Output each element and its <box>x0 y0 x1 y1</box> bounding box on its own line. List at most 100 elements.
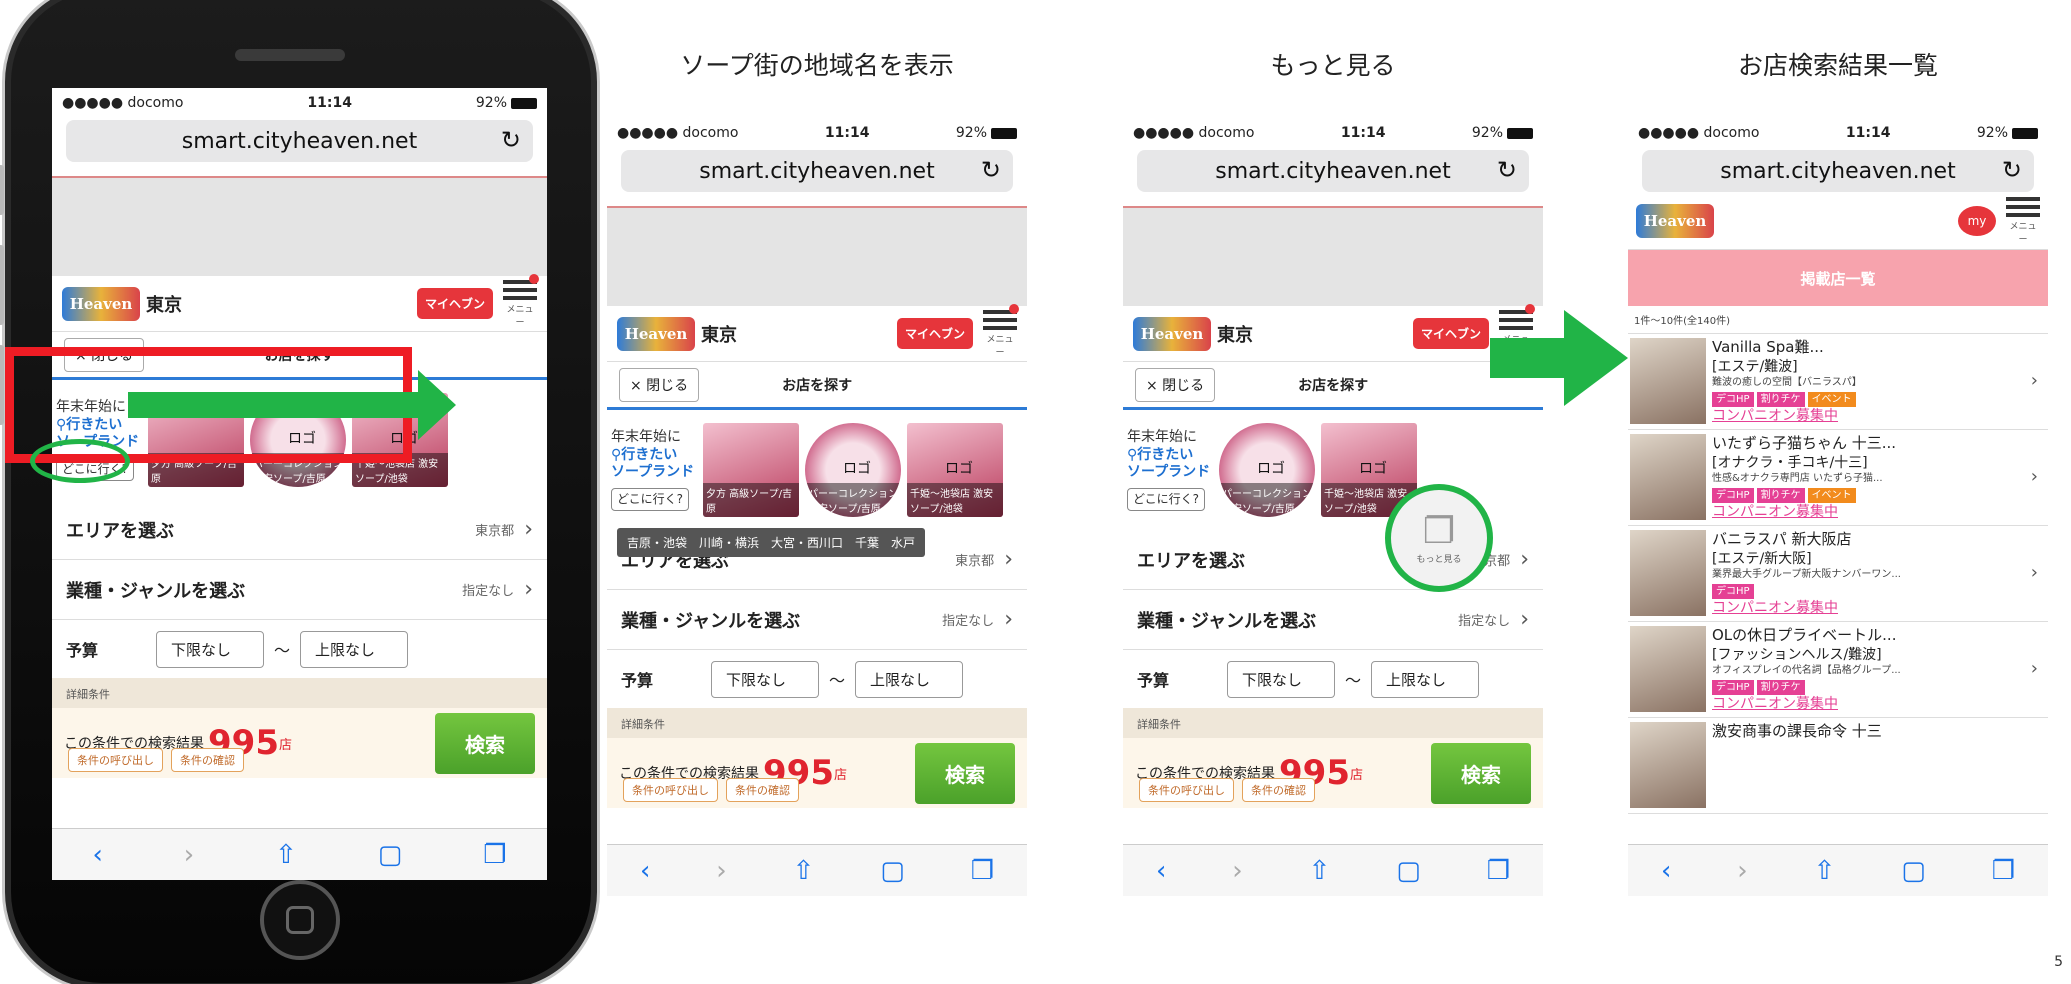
result-bar: この条件での検索結果 995 店検索 条件の呼び出し 条件の確認 <box>1123 738 1543 808</box>
forward-icon[interactable]: › <box>184 840 194 870</box>
back-icon[interactable]: ‹ <box>1156 856 1166 886</box>
budget-max-select[interactable]: 上限なし <box>1371 660 1480 698</box>
recruit-link[interactable]: コンパニオン募集中 <box>1712 407 2048 425</box>
genre-select-row[interactable]: 業種・ジャンルを選ぶ 指定なし › <box>607 590 1027 650</box>
genre-select-row[interactable]: 業種・ジャンルを選ぶ 指定なし › <box>1123 590 1543 650</box>
result-bar: この条件での検索結果 995 店検索 条件の呼び出し 条件の確認 <box>607 738 1027 808</box>
reload-icon[interactable]: ↻ <box>2002 156 2022 184</box>
close-button[interactable]: × 閉じる <box>619 367 700 402</box>
back-icon[interactable]: ‹ <box>92 840 102 870</box>
shop-tile-1[interactable]: 夕方 高級ソープ/吉原 <box>703 423 799 517</box>
budget-max-select[interactable]: 上限なし <box>300 630 409 668</box>
genre-select-row[interactable]: 業種・ジャンルを選ぶ 指定なし › <box>52 560 547 620</box>
shop-list-item[interactable]: Vanilla Spa難... [エステ/難波] 難波の癒しの空間【バニラスパ】 デコ… <box>1628 334 2048 430</box>
bookmarks-icon[interactable]: ▢ <box>378 840 403 870</box>
menu-icon[interactable]: メニュー <box>983 303 1019 358</box>
detail-conditions[interactable]: 詳細条件 <box>1123 708 1543 738</box>
address-bar[interactable]: smart.cityheaven.net ↻ <box>1642 150 2034 192</box>
search-button[interactable]: 検索 <box>915 742 1015 804</box>
shop-tile-2[interactable]: ロゴ パーーコレクション 激安ソープ/吉原 <box>1219 423 1315 517</box>
menu-icon[interactable]: メニュー <box>503 273 539 328</box>
detail-conditions[interactable]: 詳細条件 <box>52 678 547 708</box>
ad-banner[interactable] <box>52 176 547 276</box>
my-heaven-button[interactable]: マイヘブン <box>416 288 493 319</box>
area-select-row[interactable]: エリアを選ぶ 東京都 › <box>52 500 547 560</box>
reload-icon[interactable]: ↻ <box>501 126 521 154</box>
address-bar[interactable]: smart.cityheaven.net ↻ <box>621 150 1013 192</box>
status-bar: ●●●●● docomo 11:14 92% <box>1123 118 1543 148</box>
shop-list-item[interactable]: いたずら子猫ちゃん 十三... [オナクラ・手コキ/十三] 性感&オナクラ専門店 い… <box>1628 430 2048 526</box>
recall-conditions-button[interactable]: 条件の呼び出し <box>1139 778 1234 802</box>
shop-tag: デコHP <box>1712 391 1754 407</box>
bookmarks-icon[interactable]: ▢ <box>1396 856 1421 886</box>
area-name-tooltip[interactable]: 吉原・池袋 川崎・横浜 大宮・西川口 千葉 水戸 <box>617 528 926 557</box>
budget-min-select[interactable]: 下限なし <box>1227 660 1335 698</box>
arrow-to-panel-4 <box>1490 310 1628 406</box>
my-heaven-button[interactable]: マイヘブン <box>1412 318 1489 349</box>
shop-tile-3[interactable]: ロゴ 千姫〜池袋店 激安ソープ/池袋 <box>907 423 1003 517</box>
tabs-icon[interactable]: ❐ <box>1992 856 2015 886</box>
my-heaven-button[interactable]: マイヘブン <box>896 318 973 349</box>
recruit-link[interactable]: コンパニオン募集中 <box>1712 599 2048 617</box>
budget-min-select[interactable]: 下限なし <box>156 630 264 668</box>
see-more-button[interactable]: ❐ もっと見る <box>1385 484 1493 592</box>
reload-icon[interactable]: ↻ <box>1497 156 1517 184</box>
chevron-right-icon: › <box>1520 607 1529 632</box>
ad-banner[interactable] <box>607 206 1027 306</box>
reload-icon[interactable]: ↻ <box>981 156 1001 184</box>
back-icon[interactable]: ‹ <box>1661 856 1671 886</box>
recall-conditions-button[interactable]: 条件の呼び出し <box>68 748 163 772</box>
heaven-logo[interactable]: Heaven <box>1636 203 1714 238</box>
confirm-conditions-button[interactable]: 条件の確認 <box>726 778 799 802</box>
shop-list-item[interactable]: OLの休日プライベートル... [ファッションヘルス/難波] オフィスプレイの代名詞… <box>1628 622 2048 718</box>
ad-banner[interactable] <box>1123 206 1543 306</box>
bookmarks-icon[interactable]: ▢ <box>880 856 905 886</box>
bookmarks-icon[interactable]: ▢ <box>1901 856 1926 886</box>
share-icon[interactable]: ⇧ <box>793 856 815 886</box>
budget-row: 予算 下限なし 〜 上限なし <box>52 620 547 678</box>
screen-panel-4: ●●●●● docomo 11:14 92% smart.cityheaven.ne… <box>1628 118 2048 896</box>
recall-conditions-button[interactable]: 条件の呼び出し <box>623 778 718 802</box>
share-icon[interactable]: ⇧ <box>1309 856 1331 886</box>
budget-max-select[interactable]: 上限なし <box>855 660 964 698</box>
shop-description: 難波の癒しの空間【バニラスパ】 <box>1712 376 1862 388</box>
home-button[interactable] <box>260 880 340 960</box>
shop-list-item[interactable]: 激安商事の課長命令 十三 <box>1628 718 2048 814</box>
forward-icon[interactable]: › <box>1737 856 1747 886</box>
heaven-logo[interactable]: Heaven <box>62 286 140 321</box>
search-button[interactable]: 検索 <box>1431 742 1531 804</box>
person-pin-icon: ⚲ <box>611 446 622 463</box>
budget-min-select[interactable]: 下限なし <box>711 660 819 698</box>
chevron-right-icon: › <box>524 577 533 602</box>
tabs-icon[interactable]: ❐ <box>483 840 506 870</box>
chevron-right-icon: › <box>1004 607 1013 632</box>
where-to-go-button[interactable]: どこに行く? <box>611 487 690 511</box>
confirm-conditions-button[interactable]: 条件の確認 <box>1242 778 1315 802</box>
confirm-conditions-button[interactable]: 条件の確認 <box>171 748 244 772</box>
address-bar[interactable]: smart.cityheaven.net ↻ <box>1137 150 1529 192</box>
detail-conditions[interactable]: 詳細条件 <box>607 708 1027 738</box>
tabs-icon[interactable]: ❐ <box>1487 856 1510 886</box>
forward-icon[interactable]: › <box>716 856 726 886</box>
recruit-link[interactable]: コンパニオン募集中 <box>1712 503 2048 521</box>
status-bar: ●●●●● docomo 11:14 92% <box>52 88 547 118</box>
shop-tile-2[interactable]: ロゴ パーーコレクション 激安ソープ/吉原 <box>805 423 901 517</box>
shop-list-item[interactable]: バニラスパ 新大阪店 [エステ/新大阪] 業界最大手グループ新大阪ナンバーワン...… <box>1628 526 2048 622</box>
search-button[interactable]: 検索 <box>435 712 535 774</box>
screen-panel-2: ●●●●● docomo 11:14 92% smart.cityheaven.ne… <box>607 118 1027 896</box>
tabs-icon[interactable]: ❐ <box>971 856 994 886</box>
heaven-logo[interactable]: Heaven <box>617 316 695 351</box>
forward-icon[interactable]: › <box>1232 856 1242 886</box>
recruit-link[interactable]: コンパニオン募集中 <box>1712 695 2048 713</box>
address-bar[interactable]: smart.cityheaven.net ↻ <box>66 120 533 162</box>
share-icon[interactable]: ⇧ <box>275 840 297 870</box>
heaven-logo[interactable]: Heaven <box>1133 316 1211 351</box>
my-heaven-button[interactable]: my <box>1958 205 1996 236</box>
where-to-go-button[interactable]: どこに行く? <box>1127 487 1206 511</box>
menu-icon[interactable]: メニュー <box>2006 196 2040 245</box>
safari-toolbar: ‹ › ⇧ ▢ ❐ <box>1123 844 1543 896</box>
close-button[interactable]: × 閉じる <box>1135 367 1216 402</box>
back-icon[interactable]: ‹ <box>640 856 650 886</box>
share-icon[interactable]: ⇧ <box>1814 856 1836 886</box>
listed-shops-header: 掲載店一覧 <box>1628 250 2048 306</box>
